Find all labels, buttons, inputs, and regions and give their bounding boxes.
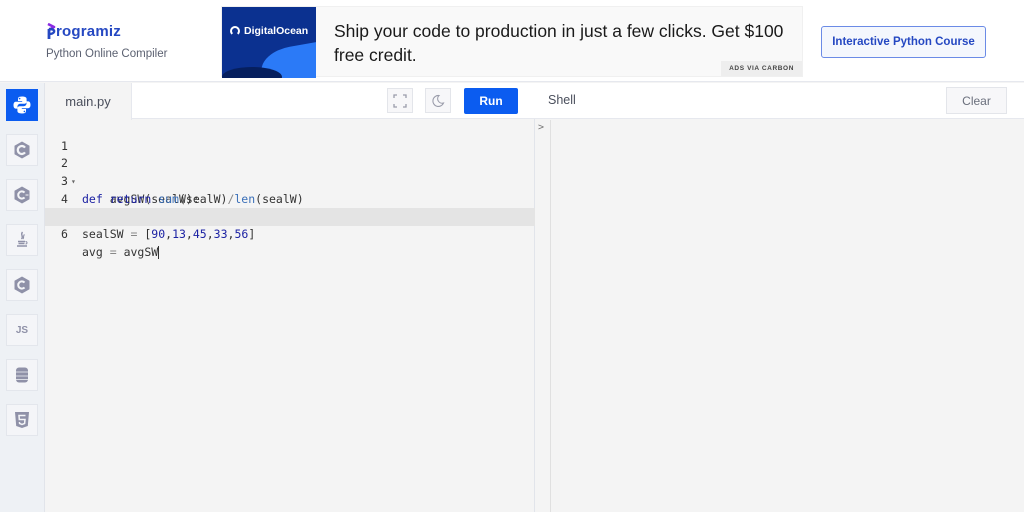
code-line-active[interactable]: 6 avg = avgSW — [45, 208, 535, 259]
python-icon — [13, 96, 31, 114]
shell-prompt: > — [538, 122, 545, 133]
logo-subtitle: Python Online Compiler — [46, 48, 168, 60]
code-text: sealSW = [90,13,45,33,56] — [82, 227, 256, 242]
js-icon: JS — [15, 324, 29, 336]
shell-toolbar: Shell Clear — [535, 83, 1024, 119]
carbon-ad[interactable]: DigitalOcean Ship your code to productio… — [221, 6, 803, 78]
sidebar-item-java[interactable] — [6, 224, 38, 256]
code-line[interactable]: 5 sealSW = [90,13,45,33,56] — [45, 191, 535, 241]
code-line[interactable]: 2 ▾ def avgSW(sealW): — [45, 138, 535, 205]
interactive-python-course-button[interactable]: Interactive Python Course — [821, 26, 986, 58]
line-number: 6 — [61, 227, 68, 242]
digitalocean-logo-icon — [230, 26, 240, 36]
programiz-logo-icon — [46, 22, 56, 40]
file-tab-main-py[interactable]: main.py — [45, 83, 132, 120]
java-icon — [17, 231, 28, 247]
clear-button[interactable]: Clear — [946, 87, 1007, 114]
sidebar-item-python[interactable] — [6, 89, 38, 121]
sidebar-item-html[interactable] — [6, 404, 38, 436]
code-line[interactable]: 3 return sum(sealW)/len(sealW) — [45, 155, 535, 206]
shell-gutter — [550, 120, 551, 512]
sidebar-item-c[interactable] — [6, 134, 38, 166]
text-cursor — [158, 245, 160, 259]
ads-via-carbon-label[interactable]: ADS VIA CARBON — [721, 61, 802, 76]
moon-icon — [432, 94, 445, 107]
code-text: avg = avgSW — [82, 244, 160, 259]
sidebar-item-javascript[interactable]: JS — [6, 314, 38, 346]
shell-pane: Shell Clear > — [535, 83, 1024, 512]
ad-text[interactable]: Ship your code to production in just a f… — [334, 19, 794, 67]
fullscreen-button[interactable] — [387, 88, 413, 113]
html5-icon — [15, 412, 29, 428]
sidebar-item-cpp[interactable] — [6, 179, 38, 211]
dark-mode-toggle[interactable] — [425, 88, 451, 113]
c-icon — [14, 141, 30, 159]
language-sidebar: JS — [0, 83, 45, 512]
code-line[interactable]: 4 — [45, 173, 535, 206]
sidebar-item-csharp[interactable] — [6, 269, 38, 301]
ad-image[interactable]: DigitalOcean — [222, 7, 316, 78]
fullscreen-icon — [393, 93, 407, 108]
code-line[interactable]: 1 — [45, 120, 535, 153]
programiz-logo[interactable]: rogramiz Python Online Compiler — [46, 22, 167, 60]
editor-pane: main.py Run 1 2 ▾ def avgSW(sealW): 3 re… — [45, 83, 535, 512]
logo-text: rogramiz — [56, 22, 121, 40]
sidebar-item-sql[interactable] — [6, 359, 38, 391]
code-editor[interactable]: 1 2 ▾ def avgSW(sealW): 3 return sum(sea… — [45, 120, 535, 259]
run-button[interactable]: Run — [464, 88, 518, 114]
editor-toolbar: main.py Run — [45, 83, 535, 120]
header: rogramiz Python Online Compiler DigitalO… — [0, 0, 1024, 82]
ad-brand: DigitalOcean — [244, 25, 309, 37]
database-icon — [16, 367, 28, 383]
shell-title: Shell — [548, 93, 576, 107]
cpp-icon — [14, 186, 30, 204]
csharp-icon — [14, 276, 30, 294]
